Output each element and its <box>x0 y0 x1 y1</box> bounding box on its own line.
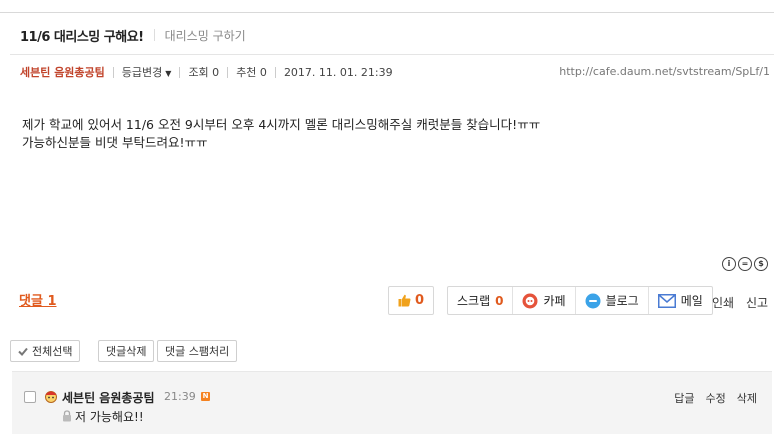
report-link[interactable]: 신고 <box>746 294 768 311</box>
check-icon <box>18 347 28 356</box>
caret-down-icon: ▼ <box>165 69 172 78</box>
grade-change-button[interactable]: 등급변경 ▼ <box>122 64 172 80</box>
comment-time: 21:39 <box>164 390 196 403</box>
print-link[interactable]: 인쇄 <box>712 294 734 311</box>
cafe-icon <box>522 293 538 308</box>
like-count: 0 <box>414 293 425 308</box>
share-mail-button[interactable]: 메일 <box>649 287 712 314</box>
top-divider <box>0 12 774 13</box>
header-divider <box>10 54 774 55</box>
comment-checkbox[interactable] <box>24 391 36 403</box>
post-header: 11/6 대리스밍 구해요! 대리스밍 구하기 <box>20 26 246 45</box>
share-blog-button[interactable]: 블로그 <box>576 287 649 314</box>
comment-actions: 답글 수정 삭제 <box>674 390 757 406</box>
content-line: 가능하신분들 비댓 부탁드려요!ㅠㅠ <box>22 135 208 150</box>
scrap-count: 0 <box>495 293 504 308</box>
content-line: 제가 학교에 있어서 11/6 오전 9시부터 오후 4시까지 멜론 대리스밍해… <box>22 117 541 132</box>
edit-link[interactable]: 수정 <box>706 390 726 406</box>
post-author-link[interactable]: 세븐틴 음원총공팀 <box>20 64 105 80</box>
blog-icon <box>585 293 601 308</box>
cc-nd-icon[interactable]: = <box>738 257 752 271</box>
post-meta: 세븐틴 음원총공팀 등급변경 ▼ 조회 0 추천 0 2017. 11. 01. … <box>20 64 393 80</box>
comments-count-link[interactable]: 댓글 1 <box>19 290 57 309</box>
share-toolbar: 스크랩 0 카페 블로그 메일 <box>447 286 713 315</box>
lock-icon <box>63 410 71 422</box>
cc-by-icon[interactable]: i <box>722 257 736 271</box>
comment-item: 세븐틴 음원총공팀 21:39 N 저 가능해요!! 답글 수정 삭제 <box>12 371 772 434</box>
comment-text: 저 가능해요!! <box>75 410 144 424</box>
post-content: 제가 학교에 있어서 11/6 오전 9시부터 오후 4시까지 멜론 대리스밍해… <box>22 116 540 152</box>
title-divider <box>153 29 155 41</box>
share-cafe-button[interactable]: 카페 <box>513 287 576 314</box>
post-title: 11/6 대리스밍 구해요! <box>20 29 144 45</box>
mail-icon <box>657 293 676 308</box>
view-count: 조회 0 <box>188 66 220 79</box>
cc-nc-icon[interactable]: $ <box>754 257 768 271</box>
comment-author[interactable]: 세븐틴 음원총공팀 <box>62 389 155 406</box>
delete-link[interactable]: 삭제 <box>737 390 757 406</box>
select-all-button[interactable]: 전체선택 <box>10 340 81 362</box>
delete-comments-button[interactable]: 댓글삭제 <box>98 340 155 362</box>
post-permalink[interactable]: http://cafe.daum.net/svtstream/SpLf/1 <box>559 65 770 78</box>
reply-link[interactable]: 답글 <box>674 390 694 406</box>
new-badge-icon: N <box>201 392 210 401</box>
license-icons: i = $ <box>722 257 768 271</box>
like-button[interactable]: 0 <box>388 286 434 315</box>
post-category-link[interactable]: 대리스밍 구하기 <box>165 27 246 44</box>
spam-comments-button[interactable]: 댓글 스팸처리 <box>157 340 238 362</box>
scrap-button[interactable]: 스크랩 0 <box>448 287 514 314</box>
thumbs-up-icon <box>398 294 411 307</box>
recommend-count: 추천 0 <box>236 66 267 79</box>
post-date: 2017. 11. 01. 21:39 <box>283 65 393 79</box>
member-level-icon <box>45 391 57 403</box>
